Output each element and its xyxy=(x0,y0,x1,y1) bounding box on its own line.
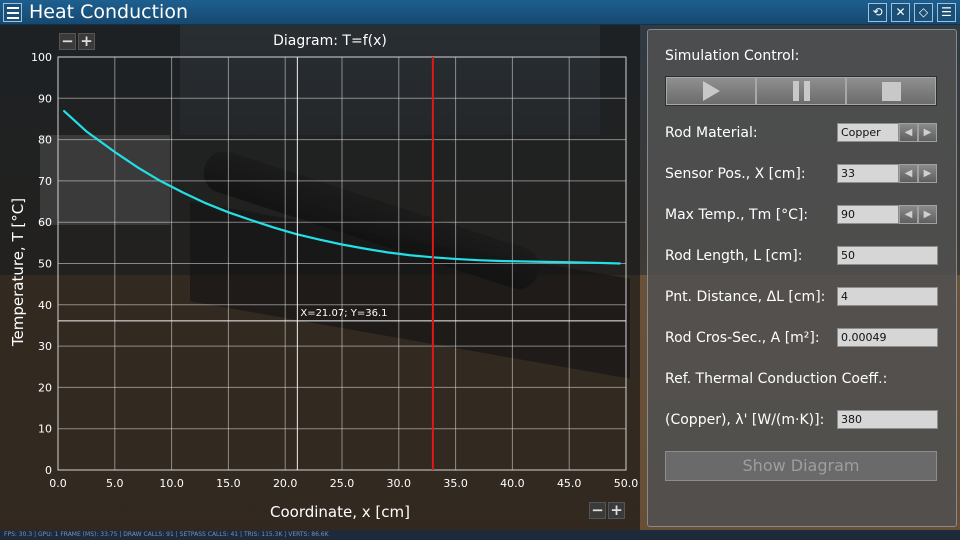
temperature-data-point xyxy=(227,211,229,213)
title-bar: Heat Conduction ⟲ ✕ ◇ ☰ xyxy=(0,0,960,25)
stop-button[interactable] xyxy=(846,77,936,105)
mute-icon[interactable]: ✕ xyxy=(891,3,910,22)
simulation-control-label: Simulation Control: xyxy=(665,48,800,64)
rod-length-field[interactable]: 50 xyxy=(837,246,938,265)
temperature-data-point xyxy=(250,219,252,221)
control-panel: Simulation Control: Rod Material: Copper… xyxy=(647,29,957,527)
temperature-data-point xyxy=(136,166,139,168)
x-tick-label: 35.0 xyxy=(443,477,468,490)
rod-material-spinner: ◀ ▶ xyxy=(899,123,937,142)
y-tick-label: 10 xyxy=(38,423,52,436)
temperature-data-point xyxy=(591,262,593,264)
y-tick-label: 40 xyxy=(38,299,52,312)
temperature-data-point xyxy=(273,226,275,229)
temperature-data-point xyxy=(114,151,116,153)
temperature-data-point xyxy=(409,254,411,256)
rod-material-label: Rod Material: xyxy=(665,125,758,141)
pnt-distance-label: Pnt. Distance, ΔL [cm]: xyxy=(665,289,826,305)
sensor-pos-spinner: ◀ ▶ xyxy=(899,164,937,183)
y-tick-label: 50 xyxy=(38,258,52,271)
chart-panel: Diagram: T=f(x) − + − + Temperature, T [… xyxy=(0,25,640,530)
x-tick-label: 25.0 xyxy=(330,477,355,490)
x-tick-label: 5.0 xyxy=(106,477,124,490)
x-tick-label: 20.0 xyxy=(273,477,298,490)
cross-section-label: Rod Cros-Sec., A [m²]: xyxy=(665,330,820,346)
temperature-data-point xyxy=(63,110,65,112)
pause-icon xyxy=(792,81,810,101)
temperature-data-point xyxy=(364,248,366,250)
x-tick-label: 15.0 xyxy=(216,477,241,490)
max-temp-label: Max Temp., Tm [°C]: xyxy=(665,207,809,223)
copper-coeff-label: (Copper), λ' [W/(m·K)]: xyxy=(665,412,825,428)
max-temp-decrease-button[interactable]: ◀ xyxy=(899,205,918,224)
eraser-icon[interactable]: ◇ xyxy=(914,3,933,22)
temperature-data-point xyxy=(545,261,548,263)
rod-material-prev-button[interactable]: ◀ xyxy=(899,123,918,142)
x-tick-label: 50.0 xyxy=(614,477,639,490)
y-tick-label: 80 xyxy=(38,134,52,147)
max-temp-field[interactable]: 90 xyxy=(837,205,899,224)
temperature-data-point xyxy=(500,260,502,262)
sensor-pos-increase-button[interactable]: ▶ xyxy=(918,164,937,183)
rod-length-label: Rod Length, L [cm]: xyxy=(665,248,803,264)
y-tick-label: 30 xyxy=(38,340,52,353)
y-tick-label: 90 xyxy=(38,92,52,105)
rod-material-next-button[interactable]: ▶ xyxy=(918,123,937,142)
status-bar: FPS: 30.3 | GPU: 1 FRAME (MS): 33.75 | D… xyxy=(0,530,960,540)
play-button[interactable] xyxy=(666,77,756,105)
y-tick-label: 60 xyxy=(38,216,52,229)
app-title: Heat Conduction xyxy=(29,1,188,23)
plot-area[interactable]: 0.0 5.0 10.0 15.0 20.0 25.0 30.0 35.0 40.0 45.0 50… xyxy=(0,25,640,530)
pause-button[interactable] xyxy=(756,77,846,105)
cursor-readout: X=21.07; Y=36.1 xyxy=(300,308,387,319)
temperature-data-point xyxy=(568,261,570,263)
x-tick-label: 45.0 xyxy=(557,477,582,490)
temperature-data-point xyxy=(159,180,161,182)
temperature-data-point xyxy=(85,130,87,132)
show-diagram-button[interactable]: Show Diagram xyxy=(665,451,937,481)
cross-section-field[interactable]: 0.00049 xyxy=(837,328,938,347)
max-temp-spinner: ◀ ▶ xyxy=(899,205,937,224)
simulation-buttons xyxy=(665,76,937,106)
pnt-distance-field[interactable]: 4 xyxy=(837,287,938,306)
play-icon xyxy=(702,81,720,101)
temperature-data-point xyxy=(318,238,320,241)
temperature-data-point xyxy=(341,243,343,246)
y-tick-label: 0 xyxy=(45,464,52,477)
x-tick-label: 10.0 xyxy=(159,477,184,490)
temperature-data-point xyxy=(619,262,621,265)
temperature-data-point xyxy=(182,191,184,194)
x-tick-label: 30.0 xyxy=(387,477,412,490)
settings-list-icon[interactable]: ☰ xyxy=(937,3,956,22)
stop-icon xyxy=(881,81,901,101)
sensor-pos-field[interactable]: 33 xyxy=(837,164,899,183)
y-tick-label: 20 xyxy=(38,381,52,394)
menu-icon[interactable] xyxy=(3,3,22,22)
toolbar-icons: ⟲ ✕ ◇ ☰ xyxy=(868,3,956,22)
temperature-data-point xyxy=(455,258,457,260)
y-tick-label: 70 xyxy=(38,175,52,188)
sensor-pos-label: Sensor Pos., X [cm]: xyxy=(665,166,806,182)
copper-coeff-field[interactable]: 380 xyxy=(837,410,938,429)
temperature-data-point xyxy=(205,202,207,204)
temperature-data-point xyxy=(523,260,525,263)
ref-coeff-label: Ref. Thermal Conduction Coeff.: xyxy=(665,371,888,387)
temperature-data-point xyxy=(477,259,479,261)
x-tick-label: 40.0 xyxy=(500,477,525,490)
x-tick-label: 0.0 xyxy=(49,477,67,490)
max-temp-increase-button[interactable]: ▶ xyxy=(918,205,937,224)
sensor-pos-decrease-button[interactable]: ◀ xyxy=(899,164,918,183)
reset-icon[interactable]: ⟲ xyxy=(868,3,887,22)
temperature-data-point xyxy=(386,251,389,253)
y-tick-label: 100 xyxy=(31,51,52,64)
rod-material-select[interactable]: Copper xyxy=(837,123,899,142)
